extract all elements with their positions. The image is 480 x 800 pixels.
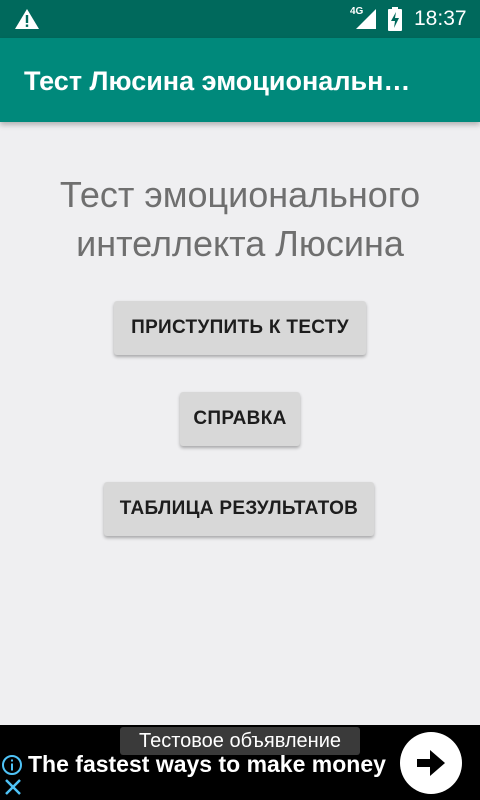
- page-title-line-2: интеллекта Люсина: [76, 223, 404, 264]
- battery-charging-icon: [388, 7, 402, 31]
- clock: 18:37: [414, 7, 467, 30]
- ad-headline[interactable]: The fastest ways to make money: [28, 749, 386, 779]
- app-bar: Тест Люсина эмоциональн…: [0, 38, 480, 122]
- app-title: Тест Люсина эмоциональн…: [24, 66, 411, 96]
- arrow-right-icon: [417, 750, 445, 776]
- help-button[interactable]: СПРАВКА: [180, 392, 300, 446]
- start-test-button[interactable]: ПРИСТУПИТЬ К ТЕСТУ: [114, 301, 366, 355]
- results-table-button[interactable]: ТАБЛИЦА РЕЗУЛЬТАТОВ: [104, 482, 374, 536]
- main-content: Тест эмоционального интеллекта Люсина ПР…: [0, 122, 480, 725]
- status-bar: 4G 18:37: [0, 0, 480, 38]
- page-title-line-1: Тест эмоционального: [59, 174, 421, 215]
- close-icon[interactable]: [4, 778, 22, 796]
- network-type: 4G: [350, 6, 364, 17]
- ad-cta-button[interactable]: [400, 732, 462, 794]
- ad-banner[interactable]: Тестовое объявление The fastest ways to …: [0, 725, 480, 800]
- warning-icon: [15, 9, 39, 29]
- info-icon[interactable]: [2, 755, 22, 775]
- page-title: Тест эмоционального интеллекта Люсина: [0, 170, 480, 268]
